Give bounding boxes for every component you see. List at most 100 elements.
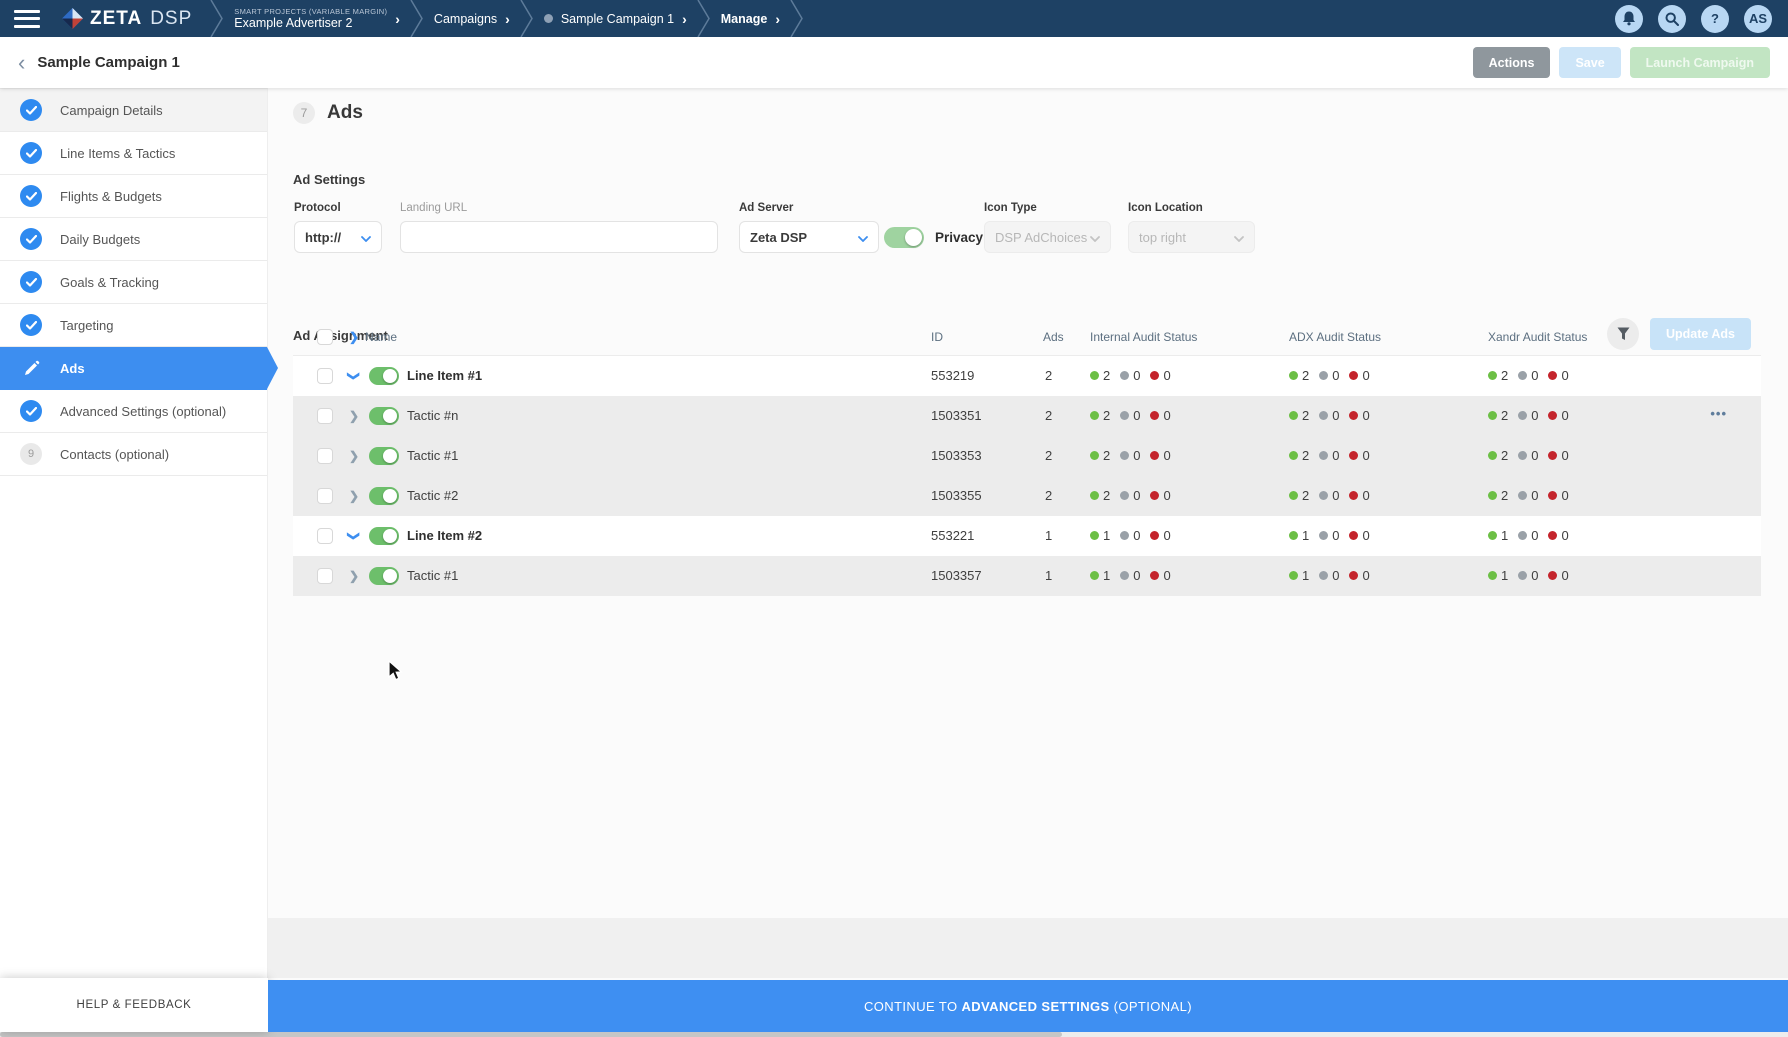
- privacy-icon-toggle[interactable]: [884, 227, 924, 248]
- sidebar-item-flights-budgets[interactable]: Flights & Budgets: [0, 175, 267, 218]
- row-name: Tactic #1: [407, 448, 458, 463]
- row-enabled-toggle[interactable]: [369, 487, 399, 505]
- sort-chevron-icon[interactable]: ❯: [349, 330, 359, 344]
- status-unit: 0: [1349, 528, 1369, 543]
- sidebar-item-ads[interactable]: Ads: [0, 347, 267, 390]
- status-unit: 0: [1319, 528, 1339, 543]
- row-checkbox[interactable]: [317, 408, 333, 424]
- status-count: 0: [1362, 368, 1369, 383]
- gray-dot-icon: [1120, 531, 1129, 540]
- brand-zeta: ZETA: [90, 8, 142, 30]
- row-enabled-toggle[interactable]: [369, 447, 399, 465]
- protocol-select[interactable]: http://: [294, 221, 382, 253]
- expand-chevron-icon[interactable]: ❯: [349, 568, 359, 584]
- row-checkbox[interactable]: [317, 488, 333, 504]
- sidebar-item-label: Flights & Budgets: [60, 189, 162, 204]
- gray-dot-icon: [1518, 411, 1527, 420]
- collapse-chevron-icon[interactable]: ❯: [346, 371, 362, 381]
- status-count: 0: [1531, 368, 1538, 383]
- status-unit: 0: [1349, 488, 1369, 503]
- zeta-logo[interactable]: ZETA DSP: [62, 8, 192, 30]
- sidebar-item-daily-budgets[interactable]: Daily Budgets: [0, 218, 267, 261]
- column-header-adx-audit: ADX Audit Status: [1289, 330, 1381, 344]
- adx-audit-status: 200: [1289, 368, 1380, 383]
- search-button[interactable]: [1658, 5, 1686, 33]
- continue-button[interactable]: CONTINUE TO ADVANCED SETTINGS (OPTIONAL): [268, 980, 1788, 1032]
- status-count: 2: [1501, 408, 1508, 423]
- back-button[interactable]: ‹: [18, 53, 25, 73]
- expand-chevron-icon[interactable]: ❯: [349, 448, 359, 464]
- status-count: 0: [1531, 528, 1538, 543]
- chevron-down-icon: [1090, 230, 1100, 245]
- status-count: 0: [1531, 488, 1538, 503]
- gray-dot-icon: [1518, 371, 1527, 380]
- row-checkbox[interactable]: [317, 368, 333, 384]
- status-count: 0: [1561, 368, 1568, 383]
- row-id: 1503357: [931, 568, 982, 583]
- protocol-label: Protocol: [294, 202, 341, 214]
- column-header-name[interactable]: Name: [365, 330, 397, 344]
- row-enabled-toggle[interactable]: [369, 567, 399, 585]
- status-count: 2: [1103, 408, 1110, 423]
- sidebar-item-advanced-settings-optional[interactable]: Advanced Settings (optional): [0, 390, 267, 433]
- status-unit: 1: [1090, 528, 1110, 543]
- gray-dot-icon: [1319, 411, 1328, 420]
- actions-button[interactable]: Actions: [1473, 47, 1551, 78]
- expand-chevron-icon[interactable]: ❯: [349, 488, 359, 504]
- status-count: 0: [1332, 448, 1339, 463]
- row-checkbox[interactable]: [317, 448, 333, 464]
- row-checkbox[interactable]: [317, 528, 333, 544]
- brand-dsp: DSP: [150, 8, 192, 30]
- breadcrumb-item-sample-campaign-1[interactable]: Sample Campaign 1›: [534, 12, 697, 26]
- ad-server-select[interactable]: Zeta DSP: [739, 221, 879, 253]
- gray-dot-icon: [1120, 491, 1129, 500]
- icon-location-select[interactable]: top right: [1128, 221, 1255, 253]
- breadcrumb-item-manage[interactable]: Manage›: [711, 12, 790, 26]
- section-title: Ads: [327, 102, 363, 124]
- row-enabled-toggle[interactable]: [369, 367, 399, 385]
- sidebar-item-targeting[interactable]: Targeting: [0, 304, 267, 347]
- status-count: 0: [1561, 488, 1568, 503]
- chevron-down-icon: [858, 230, 868, 245]
- notifications-button[interactable]: [1615, 5, 1643, 33]
- help-feedback-button[interactable]: HELP & FEEDBACK: [0, 978, 268, 1032]
- row-checkbox[interactable]: [317, 568, 333, 584]
- landing-url-label: Landing URL: [400, 202, 467, 214]
- red-dot-icon: [1349, 571, 1358, 580]
- status-unit: 2: [1488, 368, 1508, 383]
- expand-chevron-icon[interactable]: ❯: [349, 408, 359, 424]
- status-count: 0: [1362, 408, 1369, 423]
- breadcrumb-divider-icon: [210, 0, 224, 37]
- row-enabled-toggle[interactable]: [369, 407, 399, 425]
- gray-dot-icon: [1319, 371, 1328, 380]
- help-button[interactable]: ?: [1701, 5, 1729, 33]
- sidebar-item-campaign-details[interactable]: Campaign Details: [0, 89, 267, 132]
- save-button[interactable]: Save: [1559, 47, 1620, 78]
- icon-type-select[interactable]: DSP AdChoices: [984, 221, 1111, 253]
- sidebar-item-line-items-tactics[interactable]: Line Items & Tactics: [0, 132, 267, 175]
- hamburger-menu-icon[interactable]: [14, 10, 40, 28]
- ad-server-label: Ad Server: [739, 202, 793, 214]
- scrollbar-thumb[interactable]: [0, 1032, 1062, 1037]
- bell-icon: [1622, 11, 1636, 26]
- status-count: 0: [1133, 368, 1140, 383]
- landing-url-input[interactable]: [400, 221, 718, 253]
- sidebar-items: Campaign DetailsLine Items & Tactics Flig…: [0, 89, 267, 476]
- ad-assignment-table: ❯ Name ID Ads Internal Audit Status ADX …: [293, 319, 1761, 596]
- breadcrumb-item-example-advertiser-2[interactable]: SMART PROJECTS (VARIABLE MARGIN)Example …: [224, 7, 410, 30]
- select-all-checkbox[interactable]: [317, 329, 333, 345]
- status-unit: 2: [1488, 448, 1508, 463]
- sidebar-item-contacts-optional[interactable]: 9Contacts (optional): [0, 433, 267, 476]
- gray-dot-icon: [1120, 451, 1129, 460]
- row-enabled-toggle[interactable]: [369, 527, 399, 545]
- main-content: 7 Ads Ad Settings Protocol http:// Landi…: [268, 88, 1788, 978]
- sidebar-item-label: Advanced Settings (optional): [60, 404, 226, 419]
- launch-campaign-button[interactable]: Launch Campaign: [1630, 47, 1770, 78]
- user-avatar[interactable]: AS: [1744, 5, 1772, 33]
- search-icon: [1665, 12, 1679, 26]
- row-menu-button[interactable]: •••: [1710, 406, 1727, 421]
- sidebar-item-goals-tracking[interactable]: Goals & Tracking: [0, 261, 267, 304]
- collapse-chevron-icon[interactable]: ❯: [346, 531, 362, 541]
- ad-settings-heading: Ad Settings: [293, 172, 365, 187]
- breadcrumb-item-campaigns[interactable]: Campaigns›: [424, 12, 520, 26]
